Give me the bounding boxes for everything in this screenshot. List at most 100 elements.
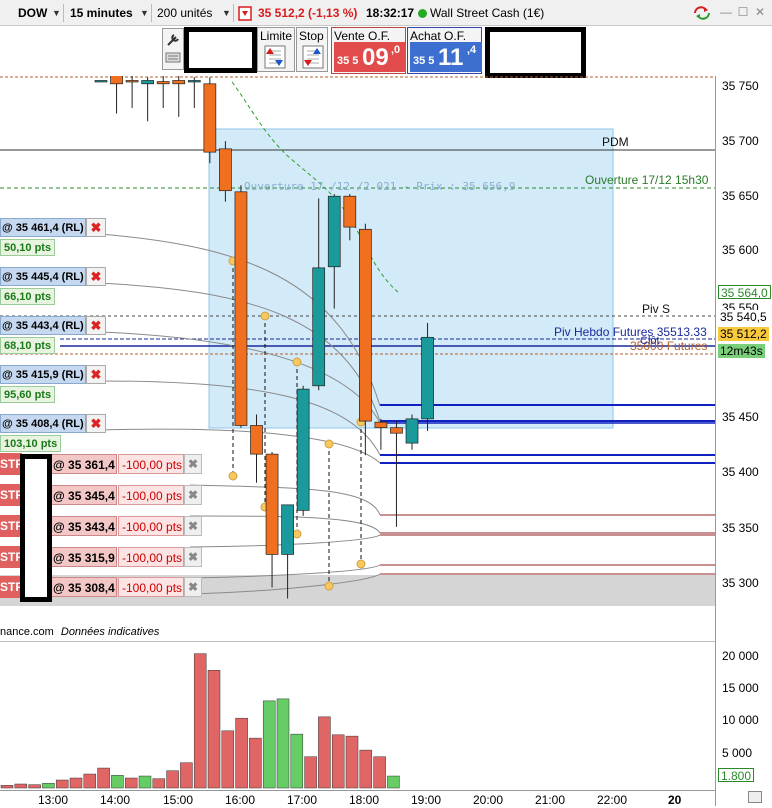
volume-bar: [55, 779, 69, 789]
stop-tag: STP: [0, 515, 22, 537]
take-profit-price[interactable]: @ 35 415,9 (RL): [0, 365, 86, 384]
take-profit-price[interactable]: @ 35 445,4 (RL): [0, 267, 86, 286]
redacted-box: [20, 454, 52, 602]
stop-order-icon: [302, 45, 324, 69]
chevron-down-icon[interactable]: ▼: [140, 3, 149, 23]
price-tick: 35 750: [722, 79, 759, 93]
volume-bar: [345, 735, 359, 789]
opening-zone-label: Ouverture 17 /12 /2 021 - Prix : 35 656,…: [244, 180, 516, 193]
stop-price[interactable]: @ 35 315,9: [50, 547, 117, 567]
maximize-icon[interactable]: ☐: [736, 5, 750, 19]
take-profit-order[interactable]: @ 35 461,4 (RL) ✖ 50,10 pts: [0, 218, 110, 256]
sync-icon[interactable]: [691, 5, 713, 20]
time-axis[interactable]: 13:00 14:00 15:00 16:00 17:00 18:00 19:0…: [0, 790, 715, 808]
sell-price: 35 5 09 ,0: [334, 42, 406, 72]
buy-label: Achat O.F.: [410, 29, 467, 43]
cancel-order-icon[interactable]: ✖: [86, 414, 106, 433]
market-status: Wall Street Cash (1€): [418, 3, 544, 23]
market-open-icon: [418, 9, 427, 19]
volume-bar: [83, 773, 97, 789]
stop-points: -100,00 pts: [118, 485, 184, 505]
take-profit-order[interactable]: @ 35 443,4 (RL) ✖ 68,10 pts: [0, 316, 110, 354]
axis-settings-icon[interactable]: [748, 791, 762, 803]
candle: [110, 76, 123, 114]
cancel-order-icon[interactable]: ✖: [184, 485, 202, 505]
candle: [390, 421, 403, 527]
volume-tick: 20 000: [722, 649, 759, 663]
limit-order-button[interactable]: Limite: [257, 27, 295, 72]
take-profit-order[interactable]: @ 35 445,4 (RL) ✖ 66,10 pts: [0, 267, 110, 305]
price-axis[interactable]: 35 750 35 700 35 650 35 600 35 550 35 45…: [715, 76, 772, 806]
cancel-order-icon[interactable]: ✖: [86, 267, 106, 286]
piv-hebdo-label: Piv Hebdo Futures 35513.33: [554, 325, 707, 339]
price-tick: 35 450: [722, 410, 759, 424]
take-profit-price[interactable]: @ 35 443,4 (RL): [0, 316, 86, 335]
time-tick: 21:00: [535, 793, 566, 807]
credit-source: nance.com: [0, 626, 54, 638]
sell-label: Vente O.F.: [334, 29, 391, 43]
sell-price-big: 09: [362, 44, 389, 71]
price-tick: 35 350: [722, 521, 759, 535]
take-profit-price[interactable]: @ 35 408,4 (RL): [0, 414, 86, 433]
take-profit-order[interactable]: @ 35 415,9 (RL) ✖ 95,60 pts: [0, 365, 110, 403]
cancel-order-icon[interactable]: ✖: [86, 365, 106, 384]
price-tick: 35 700: [722, 134, 759, 148]
order-toolbar: Limite Stop Vente O.F. 35 5 09 ,0 Achat …: [0, 26, 772, 78]
time-tick: 16:00: [225, 793, 256, 807]
opening-zone: [208, 128, 614, 429]
cancel-order-icon[interactable]: ✖: [86, 218, 106, 237]
stop-price[interactable]: @ 35 343,4: [50, 516, 117, 536]
time-tick: 13:00: [38, 793, 69, 807]
volume-chart: [0, 642, 715, 790]
candle: [187, 77, 201, 109]
market-name: Wall Street Cash (1€): [430, 6, 545, 20]
sell-button[interactable]: Vente O.F. 35 5 09 ,0: [331, 27, 406, 74]
candle: [405, 414, 419, 450]
close-icon[interactable]: ✕: [753, 5, 767, 19]
candle-countdown: 12m43s: [718, 344, 765, 358]
stop-label: Stop: [299, 29, 324, 43]
separator: [63, 4, 64, 22]
price-chart[interactable]: PDM Ouverture 17/12 15h30 Ouverture 17 /…: [0, 76, 715, 606]
volume-bar: [207, 670, 221, 789]
separator: [151, 4, 152, 22]
candle: [421, 322, 434, 431]
tools-button[interactable]: [162, 28, 184, 70]
stop-order-button[interactable]: Stop: [296, 27, 328, 72]
take-profit-order[interactable]: @ 35 408,4 (RL) ✖ 103,10 pts: [0, 414, 110, 452]
stop-points: -100,00 pts: [118, 547, 184, 567]
cancel-order-icon[interactable]: ✖: [86, 316, 106, 335]
piv-s-label: Piv S: [642, 302, 670, 316]
stop-price[interactable]: @ 35 361,4: [50, 454, 117, 474]
minimize-icon[interactable]: —: [719, 5, 733, 19]
volume-bar: [69, 777, 83, 789]
candle: [141, 77, 154, 122]
stop-tag: STP: [0, 546, 22, 568]
stop-price[interactable]: @ 35 308,4: [50, 577, 117, 597]
volume-bar: [373, 756, 386, 789]
take-profit-points: 50,10 pts: [0, 239, 56, 256]
date-tick: 20: [668, 793, 682, 807]
take-profit-points: 66,10 pts: [0, 288, 56, 305]
chevron-down-icon[interactable]: ▼: [52, 3, 61, 23]
clock: 18:32:17: [366, 6, 415, 20]
cancel-order-icon[interactable]: ✖: [184, 516, 202, 536]
price-tick: 35 650: [722, 189, 759, 203]
candle: [234, 185, 248, 428]
cancel-order-icon[interactable]: ✖: [184, 547, 202, 567]
units-select[interactable]: 200 unités: [157, 3, 212, 23]
stop-price[interactable]: @ 35 345,4: [50, 485, 117, 505]
cancel-order-icon[interactable]: ✖: [184, 454, 202, 474]
time-tick: 14:00: [100, 793, 131, 807]
volume-bar: [276, 698, 290, 789]
buy-button[interactable]: Achat O.F. 35 5 11 ,4: [407, 27, 482, 74]
chevron-down-icon[interactable]: ▼: [222, 3, 231, 23]
candle: [125, 76, 139, 109]
redacted-box: [184, 27, 257, 73]
volume-bar: [111, 775, 124, 789]
instrument-select[interactable]: DOW: [18, 3, 47, 23]
take-profit-price[interactable]: @ 35 461,4 (RL): [0, 218, 86, 237]
timeframe-select[interactable]: 15 minutes: [70, 3, 133, 23]
cancel-order-icon[interactable]: ✖: [184, 577, 202, 597]
stop-tag: STP: [0, 484, 22, 506]
